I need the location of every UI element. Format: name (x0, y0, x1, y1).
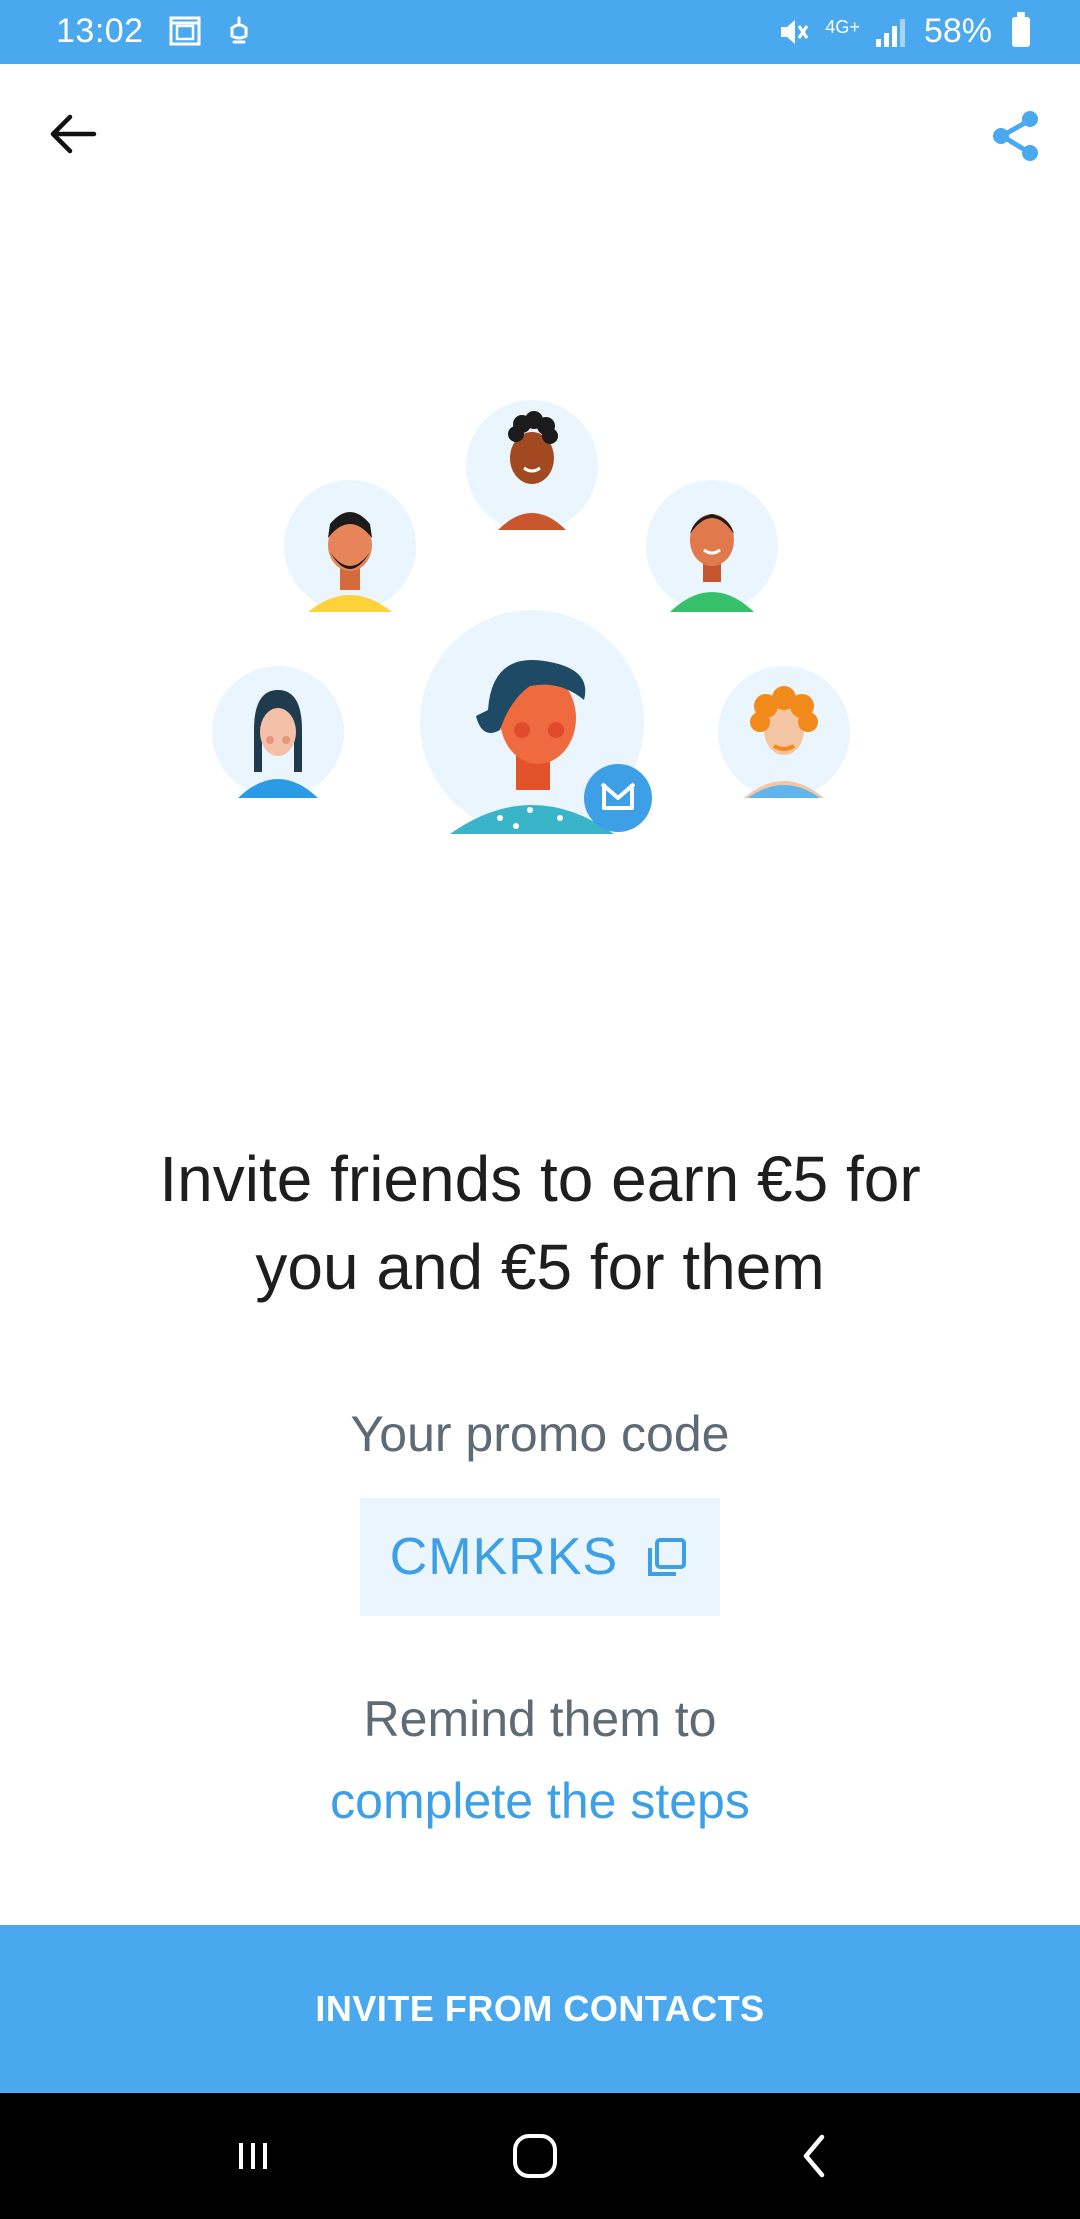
avatar-top (466, 400, 598, 532)
home-icon[interactable] (500, 2121, 570, 2191)
invite-from-contacts-button[interactable]: INVITE FROM CONTACTS (0, 1925, 1080, 2093)
battery-percent: 58% (923, 12, 992, 50)
calendar-icon (169, 16, 201, 46)
remind-text: Remind them to (363, 1691, 717, 1747)
avatar-lower-right (718, 666, 850, 798)
headline-line-1: Invite friends to earn €5 for (159, 1143, 921, 1215)
arrow-left-icon[interactable] (44, 104, 104, 164)
avatar-center (420, 610, 652, 834)
promo-code: CMKRKS (389, 1528, 619, 1586)
network-type: 4G+ (825, 16, 860, 37)
status-time: 13:02 (56, 12, 144, 50)
system-nav-bar (0, 2093, 1080, 2219)
avatar-upper-right (646, 480, 778, 612)
promo-code-copy-button[interactable]: CMKRKS (360, 1498, 720, 1616)
promo-label: Your promo code (350, 1406, 730, 1462)
mute-icon (781, 19, 809, 44)
share-icon[interactable] (984, 104, 1048, 168)
status-bar: 13:02 4G+ 58% (0, 0, 1080, 64)
headline-line-2: you and €5 for them (255, 1231, 825, 1303)
back-nav-icon[interactable] (780, 2121, 850, 2191)
notification-icon (230, 16, 248, 44)
friends-illustration (212, 400, 850, 834)
avatar-upper-left (284, 480, 416, 612)
invite-headline: Invite friends to earn €5 for you and €5… (40, 1135, 1040, 1311)
signal-icon (875, 18, 905, 47)
status-indicators: 4G+ 58% (777, 11, 1030, 51)
complete-steps-link[interactable]: complete the steps (0, 1772, 1080, 1830)
recent-apps-icon[interactable] (218, 2121, 288, 2191)
copy-icon (648, 1538, 687, 1576)
avatar-lower-left (212, 666, 344, 798)
battery-icon (1012, 11, 1030, 47)
